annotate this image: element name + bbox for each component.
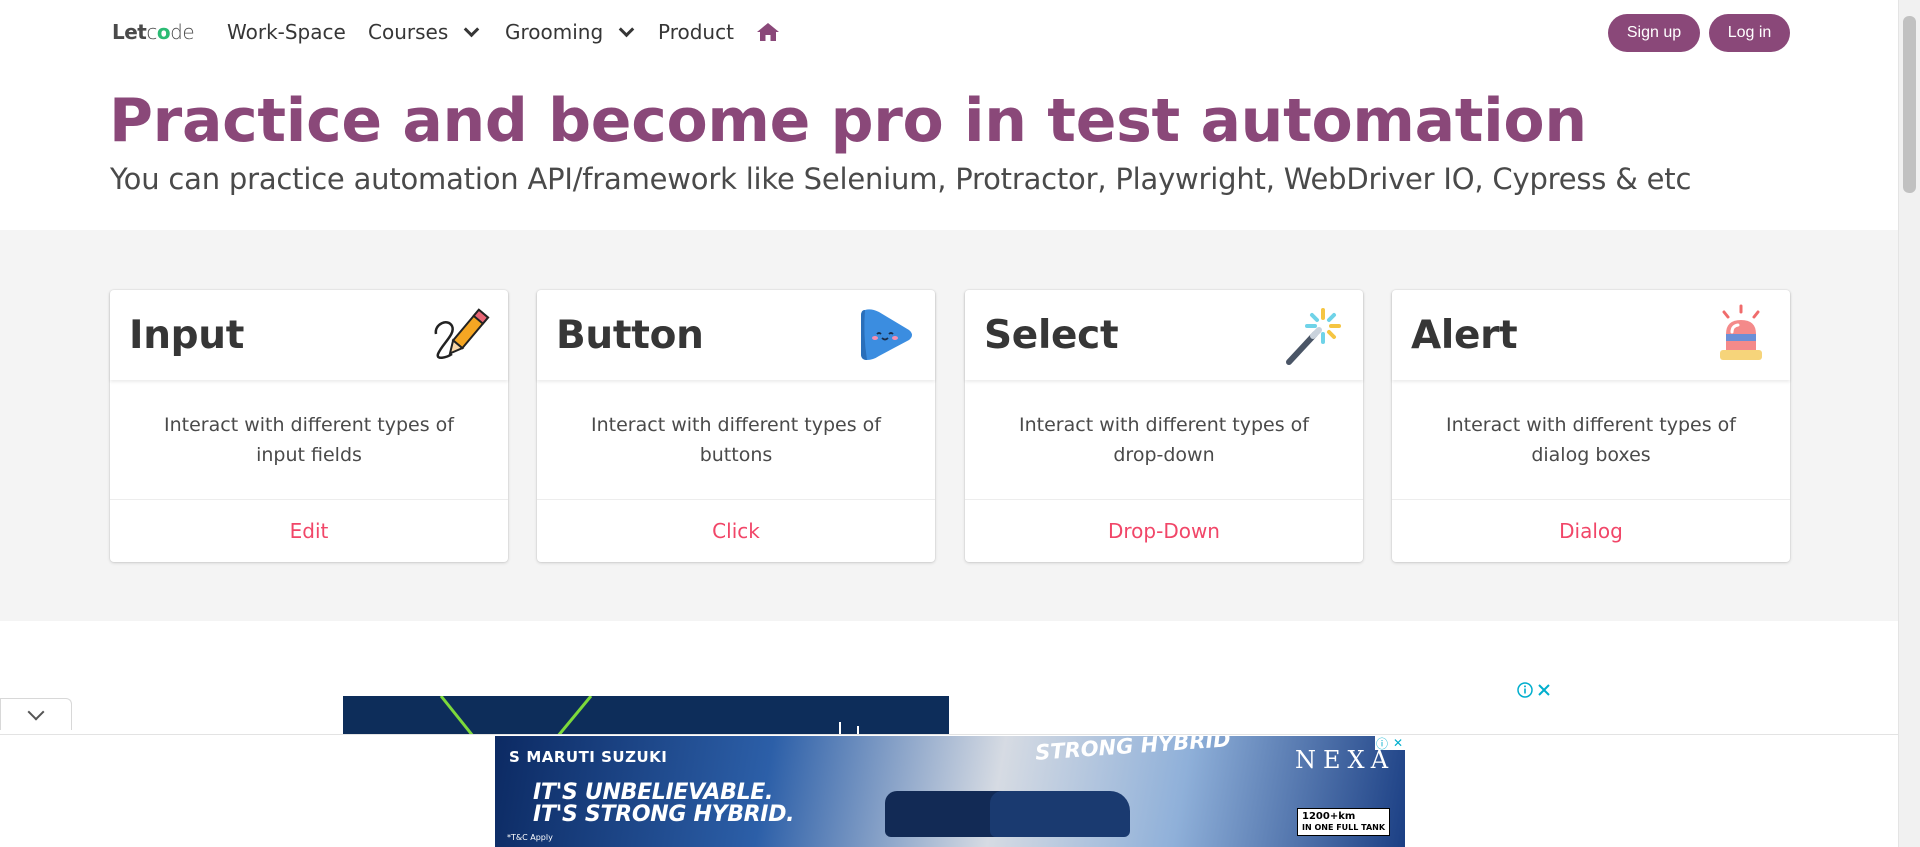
card-description: Interact with different types of dialog …	[1392, 380, 1790, 500]
card-title: Button	[556, 312, 704, 358]
card-title: Alert	[1411, 312, 1518, 358]
close-icon[interactable]	[1537, 683, 1551, 697]
card-title: Select	[984, 312, 1119, 358]
scrollbar-thumb[interactable]	[1903, 16, 1916, 193]
dialog-link[interactable]: Dialog	[1392, 500, 1790, 561]
page-subtitle: You can practice automation API/framewor…	[110, 162, 1692, 196]
practice-cards-section: Input Interact with different types of i…	[0, 230, 1898, 621]
card-description: Interact with different types of drop-do…	[965, 380, 1363, 500]
banner-km-badge: 1200+km IN ONE FULL TANK	[1297, 808, 1391, 836]
drop-down-link[interactable]: Drop-Down	[965, 500, 1363, 561]
banner-ad-controls: ⓘ ✕	[1375, 736, 1405, 751]
brand-logo[interactable]: Letcode	[112, 20, 195, 44]
card-header: Input	[110, 290, 508, 380]
card-title: Input	[129, 312, 245, 358]
banner-ad[interactable]: S MARUTI SUZUKI IT'S UNBELIEVABLE. IT'S S…	[495, 736, 1405, 847]
edit-link[interactable]: Edit	[110, 500, 508, 561]
nav-item-grooming[interactable]: Grooming	[505, 20, 635, 44]
banner-brand: S MARUTI SUZUKI	[509, 748, 668, 766]
nav-item-product[interactable]: Product	[658, 20, 734, 44]
signup-button[interactable]: Sign up	[1608, 14, 1700, 52]
car-image	[990, 791, 1130, 837]
card-header: Button	[537, 290, 935, 380]
scrollbar[interactable]	[1898, 0, 1920, 847]
info-icon[interactable]: ⓘ	[1375, 736, 1389, 751]
chevron-down-icon	[27, 703, 45, 720]
close-icon[interactable]: ✕	[1391, 736, 1405, 750]
ad-choices[interactable]	[1517, 682, 1551, 698]
banner-km-note: IN ONE FULL TANK	[1302, 823, 1386, 832]
brand-o: o	[156, 20, 171, 44]
click-link[interactable]: Click	[537, 500, 935, 561]
nav-item-label: Courses	[368, 20, 449, 44]
play-button-icon	[861, 309, 912, 360]
nav-item-label: Work-Space	[227, 20, 346, 44]
pencil-icon	[434, 308, 490, 359]
chevron-down-icon	[618, 21, 635, 37]
info-icon[interactable]	[1517, 682, 1533, 698]
ad-slot-partial[interactable]	[343, 696, 949, 736]
card-button: Button Interact with different types of …	[537, 290, 935, 562]
banner-terms: *T&C Apply	[507, 833, 553, 842]
navbar: Letcode Work-Space Courses Grooming Prod…	[0, 0, 1898, 64]
banner-km-value: 1200+km	[1302, 811, 1356, 822]
card-description: Interact with different types of input f…	[110, 380, 508, 500]
nav-item-label: Grooming	[505, 20, 604, 44]
banner-headline-2: IT'S STRONG HYBRID.	[533, 802, 795, 827]
nav-item-label: Product	[658, 20, 734, 44]
banner-tag: STRONG HYBRID	[1034, 736, 1232, 765]
nav-item-courses[interactable]: Courses	[368, 20, 480, 44]
nav-item-work-space[interactable]: Work-Space	[227, 20, 346, 44]
card-description: Interact with different types of buttons	[537, 380, 935, 500]
siren-icon	[1720, 304, 1762, 360]
magic-wand-icon	[1286, 308, 1341, 365]
card-select: Select Interact with different types of …	[965, 290, 1363, 562]
home-icon[interactable]	[756, 22, 780, 42]
chevron-down-icon	[463, 21, 480, 37]
brand-let: Let	[112, 20, 147, 44]
page-title: Practice and become pro in test automati…	[109, 86, 1587, 156]
card-header: Alert	[1392, 290, 1790, 380]
ad-collapse-toggle[interactable]	[0, 698, 72, 730]
brand-c: c	[146, 20, 157, 44]
card-header: Select	[965, 290, 1363, 380]
card-alert: Alert Interact with different types of d…	[1392, 290, 1790, 562]
card-input: Input Interact with different types of i…	[110, 290, 508, 562]
login-button[interactable]: Log in	[1709, 14, 1790, 52]
brand-de: de	[170, 20, 195, 44]
